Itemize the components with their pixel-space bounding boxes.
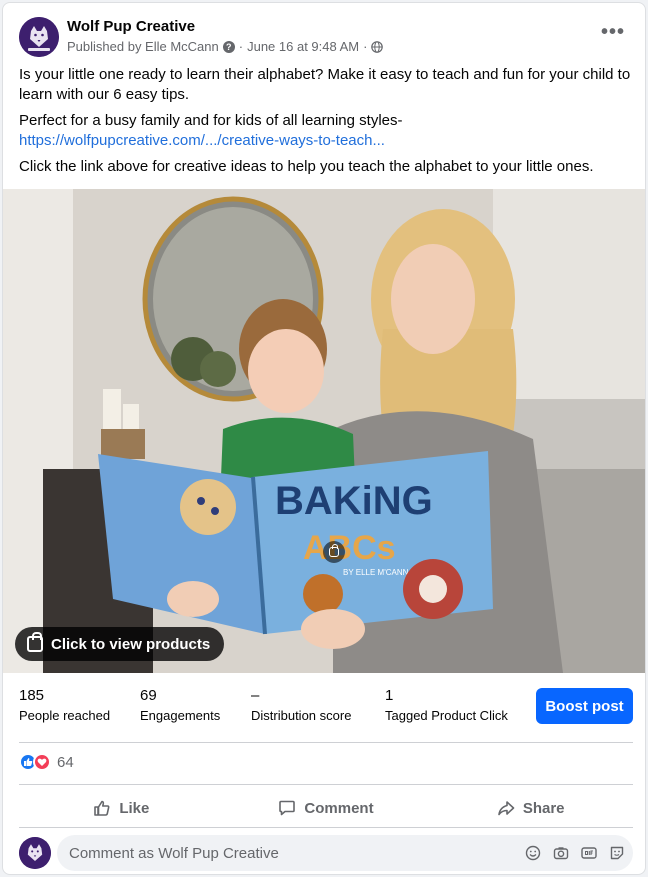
comment-button[interactable]: Comment <box>224 791 429 825</box>
meta-separator: · <box>238 39 244 54</box>
boost-post-button[interactable]: Boost post <box>536 688 633 724</box>
reaction-count: 64 <box>57 753 74 771</box>
post-text-3: Click the link above for creative ideas … <box>19 158 594 175</box>
product-tag-marker[interactable] <box>323 541 345 563</box>
more-options-button[interactable]: ••• <box>601 22 625 42</box>
shopping-bag-icon <box>329 544 339 557</box>
reactions-summary[interactable]: 64 <box>19 753 74 771</box>
post-photo[interactable]: BAKiNG ABCs BY ELLE M'CANN Click to view… <box>3 189 645 673</box>
book-subtitle: ABCs <box>303 529 396 567</box>
globe-icon <box>371 40 384 53</box>
post-text-1: Is your little one ready to learn their … <box>19 66 631 103</box>
book-title: BAKiNG <box>275 479 433 523</box>
comment-label: Comment <box>304 799 374 817</box>
share-button[interactable]: Share <box>428 791 633 825</box>
stat-label: Tagged Product Click <box>385 708 508 723</box>
stat-people-reached[interactable]: 185 People reached <box>19 687 110 723</box>
stat-distribution-score[interactable]: – Distribution score <box>251 687 351 723</box>
page-avatar[interactable] <box>19 17 59 57</box>
view-products-button[interactable]: Click to view products <box>15 627 225 661</box>
wolf-logo-icon <box>19 17 59 57</box>
thumbs-up-icon <box>94 800 110 816</box>
post-date[interactable]: June 16 at 9:48 AM <box>247 39 359 54</box>
stat-value: – <box>251 687 260 704</box>
camera-icon[interactable] <box>553 845 569 861</box>
post-actions: Like Comment Share <box>19 791 633 825</box>
published-by: Published by Elle McCann <box>67 39 219 54</box>
post-header: Wolf Pup Creative Published by Elle McCa… <box>19 17 633 59</box>
gif-icon[interactable] <box>581 845 597 861</box>
photo-illustration: BAKiNG ABCs BY ELLE M'CANN <box>3 189 645 673</box>
post-meta: Published by Elle McCann ? · June 16 at … <box>67 39 384 54</box>
like-button[interactable]: Like <box>19 791 224 825</box>
wolf-logo-icon <box>19 837 51 869</box>
stat-label: People reached <box>19 708 111 723</box>
post-insights: 185 People reached 69 Engagements – Dist… <box>19 687 633 731</box>
reaction-icons <box>19 753 51 771</box>
stat-label: Engagements <box>140 708 221 723</box>
comment-input[interactable]: Comment as Wolf Pup Creative <box>57 835 633 871</box>
comment-icon <box>279 800 296 816</box>
stat-tagged-product-click[interactable]: 1 Tagged Product Click <box>385 687 508 723</box>
comment-composer: Comment as Wolf Pup Creative <box>19 835 633 871</box>
page-name[interactable]: Wolf Pup Creative <box>67 18 195 35</box>
post-body: Is your little one ready to learn their … <box>19 65 631 183</box>
divider <box>19 827 633 828</box>
like-label: Like <box>119 799 150 817</box>
stat-engagements[interactable]: 69 Engagements <box>140 687 220 723</box>
book-author: BY ELLE M'CANN <box>343 568 409 577</box>
divider <box>19 742 633 743</box>
meta-separator-2: · <box>363 39 368 54</box>
view-products-label: Click to view products <box>51 635 211 653</box>
comment-placeholder: Comment as Wolf Pup Creative <box>69 844 279 862</box>
shopping-bag-icon <box>27 632 43 652</box>
emoji-icon[interactable] <box>525 845 541 861</box>
stat-label: Distribution score <box>251 708 352 723</box>
divider <box>19 784 633 785</box>
post-link[interactable]: https://wolfpupcreative.com/.../creative… <box>19 132 385 149</box>
stat-value: 185 <box>19 687 45 704</box>
share-arrow-icon <box>498 801 515 816</box>
share-label: Share <box>522 799 565 817</box>
post-text-2: Perfect for a busy family and for kids o… <box>19 111 631 151</box>
post-text-2-line: Perfect for a busy family and for kids o… <box>19 112 403 129</box>
post-card: Wolf Pup Creative Published by Elle McCa… <box>2 2 646 875</box>
commenter-avatar[interactable] <box>19 837 51 869</box>
sticker-icon[interactable] <box>609 845 625 861</box>
info-icon[interactable]: ? <box>222 40 235 53</box>
stat-value: 1 <box>385 687 394 704</box>
love-reaction-icon <box>33 753 51 771</box>
comment-tools <box>525 845 633 861</box>
stat-value: 69 <box>140 687 157 704</box>
